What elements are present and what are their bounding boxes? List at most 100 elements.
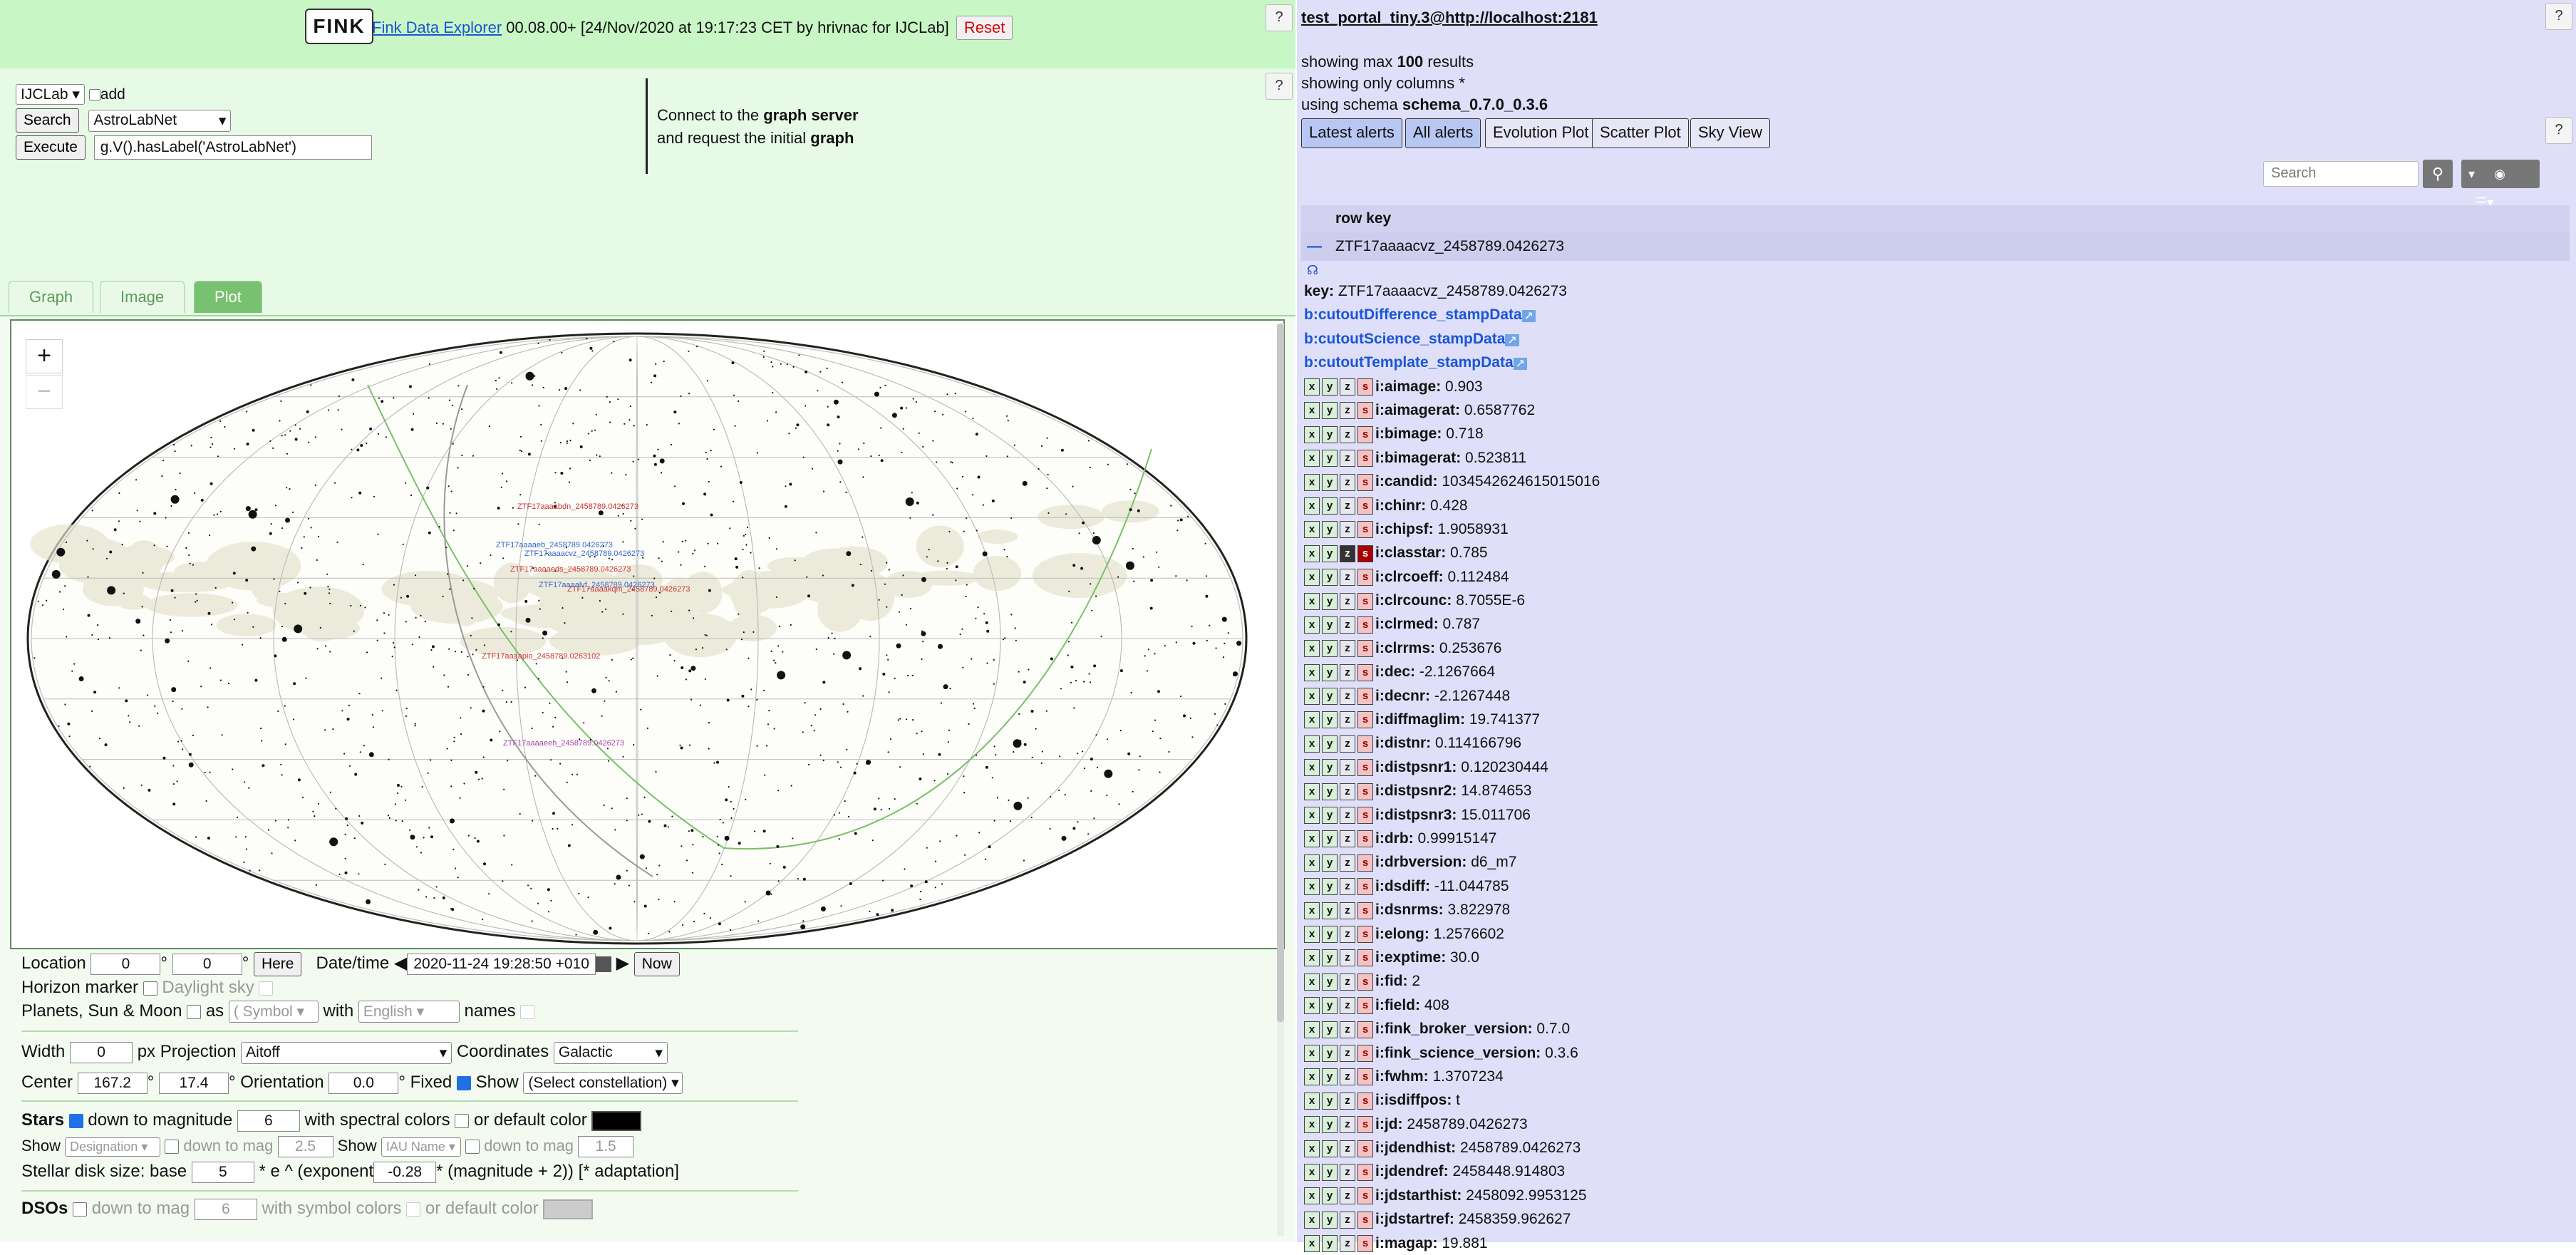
sky-map-canvas[interactable]: ZTF17aaaabdn_2458789.0426273 ZTF17aaaacvz… [11,321,1283,948]
axis-y-toggle[interactable]: y [1322,1044,1338,1062]
axis-s-toggle[interactable]: s [1357,1068,1373,1086]
axis-z-toggle[interactable]: z [1340,544,1355,562]
axis-y-toggle[interactable]: y [1322,807,1338,825]
planets-checkbox[interactable] [187,1004,202,1019]
alert-label[interactable]: ZTF17aaaaeds_2458789.0426273 [510,565,631,574]
dsos-checkbox[interactable] [73,1202,88,1217]
axis-s-toggle[interactable]: s [1357,807,1373,825]
alert-label[interactable]: ZTF17aaaaeeh_2458789.0426273 [503,739,624,748]
designation-select[interactable]: Designation ▾ [65,1137,161,1157]
axis-s-toggle[interactable]: s [1357,616,1373,634]
axis-z-toggle[interactable]: z [1340,497,1355,515]
axis-y-toggle[interactable]: y [1322,425,1338,443]
search-field[interactable]: Search [2263,161,2419,187]
iau-name-select[interactable]: IAU Name ▾ [381,1137,461,1157]
axis-x-toggle[interactable]: x [1304,1235,1320,1253]
all-alerts-button[interactable]: All alerts [1405,118,1481,148]
axis-y-toggle[interactable]: y [1322,1235,1338,1253]
axis-s-toggle[interactable]: s [1357,854,1373,872]
axis-z-toggle[interactable]: z [1340,640,1355,658]
axis-x-toggle[interactable]: x [1304,663,1320,681]
axis-z-toggle[interactable]: z [1340,1116,1355,1134]
axis-x-toggle[interactable]: x [1304,425,1320,443]
collapse-icon[interactable]: — [1307,232,1322,261]
axis-s-toggle[interactable]: s [1357,926,1373,943]
alert-label[interactable]: ZTF17aaaalvf_2458789.0426273 [539,581,655,589]
axis-x-toggle[interactable]: x [1304,902,1320,919]
axis-x-toggle[interactable]: x [1304,1068,1320,1086]
dso-symbol-checkbox[interactable] [406,1202,421,1217]
axis-z-toggle[interactable]: z [1340,378,1355,396]
axis-x-toggle[interactable]: x [1304,640,1320,658]
axis-x-toggle[interactable]: x [1304,783,1320,800]
cutout-template-link[interactable]: b:cutoutTemplate_stampData ↗ [1301,351,2570,374]
axis-z-toggle[interactable]: z [1340,997,1355,1015]
axis-x-toggle[interactable]: x [1304,688,1320,706]
stars-mag-input[interactable]: 6 [237,1110,300,1132]
axis-z-toggle[interactable]: z [1340,735,1355,753]
axis-s-toggle[interactable]: s [1357,544,1373,562]
axis-y-toggle[interactable]: y [1322,997,1338,1015]
designation-checkbox[interactable] [165,1140,180,1155]
axis-x-toggle[interactable]: x [1304,569,1320,587]
axis-x-toggle[interactable]: x [1304,997,1320,1015]
axis-s-toggle[interactable]: s [1357,878,1373,896]
search-icon[interactable]: ⚲ [2423,160,2453,188]
tab-graph[interactable]: Graph [9,281,94,313]
axis-s-toggle[interactable]: s [1357,973,1373,991]
prev-date-icon[interactable]: ◀ [394,954,407,973]
axis-y-toggle[interactable]: y [1322,759,1338,777]
execute-button[interactable]: Execute [16,135,86,160]
width-input[interactable]: 0 [70,1042,133,1063]
disk-base-input[interactable]: 5 [191,1162,254,1183]
center-lon-input[interactable]: 167.2 [77,1073,148,1094]
axis-x-toggle[interactable]: x [1304,949,1320,967]
axis-s-toggle[interactable]: s [1357,1211,1373,1229]
axis-y-toggle[interactable]: y [1322,640,1338,658]
axis-z-toggle[interactable]: z [1340,830,1355,848]
iau-mag-input[interactable]: 1.5 [578,1136,634,1157]
tab-image[interactable]: Image [100,281,185,313]
axis-y-toggle[interactable]: y [1322,378,1338,396]
planet-symbol-select[interactable]: ( Symbol ▾ [228,1001,319,1023]
zoom-out-button[interactable]: − [26,375,63,409]
axis-x-toggle[interactable]: x [1304,1021,1320,1038]
axis-s-toggle[interactable]: s [1357,783,1373,800]
calendar-icon[interactable] [595,956,611,972]
now-button[interactable]: Now [633,952,680,976]
axis-x-toggle[interactable]: x [1304,450,1320,468]
evolution-plot-button[interactable]: Evolution Plot [1485,118,1597,148]
axis-s-toggle[interactable]: s [1357,663,1373,681]
cutout-difference-link[interactable]: b:cutoutDifference_stampData ↗ [1301,303,2570,326]
axis-x-toggle[interactable]: x [1304,521,1320,539]
axis-s-toggle[interactable]: s [1357,473,1373,491]
here-button[interactable]: Here [253,952,302,976]
axis-z-toggle[interactable]: z [1340,1044,1355,1062]
axis-s-toggle[interactable]: s [1357,711,1373,729]
stars-checkbox[interactable] [68,1113,83,1128]
help-button[interactable]: ? [1266,4,1293,31]
scrollbar[interactable] [1277,324,1284,1236]
axis-y-toggle[interactable]: y [1322,663,1338,681]
axis-y-toggle[interactable]: y [1322,902,1338,919]
axis-y-toggle[interactable]: y [1322,854,1338,872]
next-date-icon[interactable]: ▶ [616,954,629,973]
buttons-help-button[interactable]: ? [2545,117,2572,144]
search-button[interactable]: Search [16,108,79,133]
axis-z-toggle[interactable]: z [1340,402,1355,420]
center-lat-input[interactable]: 17.4 [158,1073,229,1094]
dropdown-icon[interactable]: ▾ [2468,167,2475,181]
fixed-checkbox[interactable] [456,1075,471,1090]
axis-y-toggle[interactable]: y [1322,473,1338,491]
axis-x-toggle[interactable]: x [1304,1187,1320,1205]
axis-x-toggle[interactable]: x [1304,1092,1320,1110]
axis-s-toggle[interactable]: s [1357,497,1373,515]
search-select[interactable]: AstroLabNet ▾ [88,110,232,132]
axis-y-toggle[interactable]: y [1322,402,1338,420]
axis-y-toggle[interactable]: y [1322,497,1338,515]
sky-map[interactable]: ZTF17aaaabdn_2458789.0426273 ZTF17aaaacvz… [10,319,1285,949]
axis-y-toggle[interactable]: y [1322,830,1338,848]
axis-y-toggle[interactable]: y [1322,1021,1338,1038]
axis-z-toggle[interactable]: z [1340,569,1355,587]
server-select[interactable]: IJCLab ▾ [16,84,85,105]
